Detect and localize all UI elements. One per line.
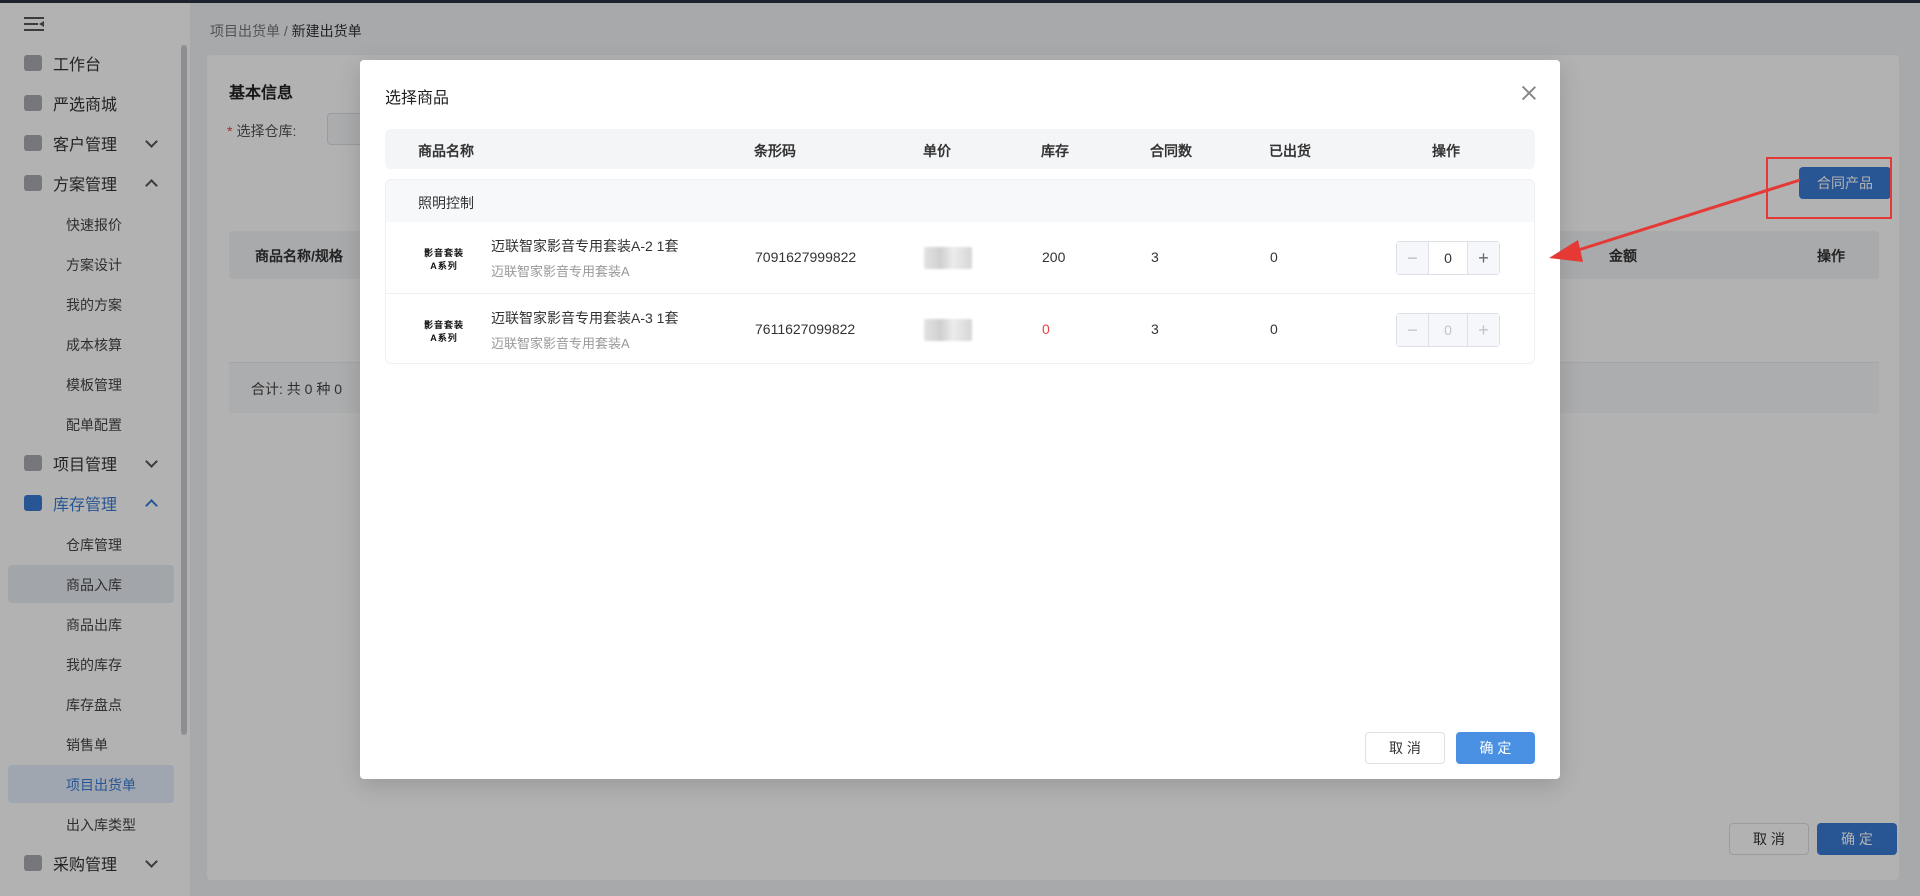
- thumbnail-text: 影音套装: [423, 248, 464, 258]
- column-header-name: 商品名称: [418, 143, 474, 159]
- annotation-highlight-box: [1766, 157, 1892, 219]
- quantity-input[interactable]: 0: [1429, 242, 1467, 274]
- minus-icon: −: [1397, 314, 1429, 346]
- product-thumbnail: 影音套装 A系列: [416, 244, 472, 276]
- thumbnail-text: 影音套装: [423, 320, 464, 330]
- dialog-cancel-button[interactable]: 取 消: [1365, 732, 1445, 764]
- quantity-stepper: − 0 +: [1396, 241, 1500, 275]
- column-header-action: 操作: [1432, 143, 1460, 159]
- dialog-confirm-button[interactable]: 确 定: [1456, 732, 1535, 764]
- group-name: 照明控制: [418, 195, 474, 211]
- product-barcode: 7611627099822: [755, 321, 856, 337]
- product-table-header: 商品名称 条形码 单价 库存 合同数 已出货 操作: [385, 129, 1535, 169]
- column-header-price: 单价: [923, 143, 951, 159]
- product-barcode: 7091627999822: [755, 249, 857, 265]
- dialog-title: 选择商品: [385, 90, 450, 107]
- plus-icon[interactable]: +: [1467, 242, 1499, 274]
- product-group: 照明控制 影音套装 A系列 迈联智家影音专用套装A-2 1套 迈联智家影音专用套…: [385, 179, 1535, 364]
- product-name: 迈联智家影音专用套装A-2 1套: [491, 238, 679, 254]
- close-icon[interactable]: [1520, 84, 1538, 102]
- product-stock: 0: [1042, 321, 1050, 337]
- column-header-stock: 库存: [1041, 143, 1069, 159]
- product-spec: 迈联智家影音专用套装A: [491, 264, 630, 279]
- thumbnail-text: A系列: [430, 333, 458, 343]
- minus-icon[interactable]: −: [1397, 242, 1429, 274]
- column-header-barcode: 条形码: [754, 143, 796, 159]
- blurred-price: [924, 319, 972, 341]
- select-products-dialog: 选择商品 商品名称 条形码 单价 库存 合同数 已出货 操作 照明控制 影音套装…: [360, 60, 1560, 779]
- thumbnail-text: A系列: [430, 261, 458, 271]
- blurred-price: [924, 247, 972, 269]
- product-contract-qty: 3: [1151, 249, 1159, 265]
- product-name: 迈联智家影音专用套装A-3 1套: [491, 310, 679, 326]
- product-shipped: 0: [1270, 249, 1278, 265]
- column-header-shipped: 已出货: [1269, 143, 1311, 159]
- product-shipped: 0: [1270, 321, 1278, 337]
- quantity-input: 0: [1444, 322, 1452, 338]
- plus-icon: +: [1467, 314, 1499, 346]
- table-row: 影音套装 A系列 迈联智家影音专用套装A-2 1套 迈联智家影音专用套装A 70…: [386, 222, 1534, 294]
- product-contract-qty: 3: [1151, 321, 1159, 337]
- group-header: 照明控制: [386, 180, 1534, 222]
- product-thumbnail: 影音套装 A系列: [416, 316, 472, 348]
- column-header-contract-qty: 合同数: [1150, 143, 1192, 159]
- product-spec: 迈联智家影音专用套装A: [491, 336, 630, 351]
- quantity-stepper: − 0 +: [1396, 313, 1500, 347]
- product-stock: 200: [1042, 249, 1066, 265]
- table-row: 影音套装 A系列 迈联智家影音专用套装A-3 1套 迈联智家影音专用套装A 76…: [386, 294, 1534, 363]
